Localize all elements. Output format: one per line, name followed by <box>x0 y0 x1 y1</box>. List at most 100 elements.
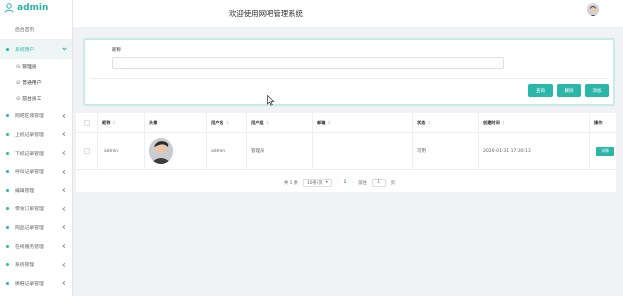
sidebar-item-online-service[interactable]: 在线服务管理 <box>0 237 72 256</box>
sidebar-subitem-label: 前台员工 <box>22 97 42 103</box>
column-header[interactable]: 昵称 ⇕ <box>98 113 145 132</box>
column-header: 操作 <box>594 119 603 125</box>
column-header[interactable]: 创建时间 ⇕ <box>479 113 590 132</box>
sidebar-item-snack-orders[interactable]: 零食订单管理 <box>0 200 72 219</box>
menu-dot-icon <box>6 132 9 136</box>
chevron-left-icon <box>62 262 67 267</box>
sidebar-item-offline-records[interactable]: 下机记录管理 <box>0 144 72 163</box>
sort-icon[interactable]: ⇕ <box>112 120 116 125</box>
sidebar-item-system-users[interactable]: 系统用户 <box>0 40 72 59</box>
menu-dot-icon <box>6 188 9 192</box>
menu-dot-icon <box>6 225 9 229</box>
menu-dot-icon <box>6 47 9 51</box>
cell-email <box>313 133 413 169</box>
sidebar-item-shoe-records[interactable]: 换鞋记录管理 <box>0 274 72 293</box>
mouse-cursor-icon <box>267 91 275 106</box>
cell-username: admin <box>207 133 247 169</box>
sidebar: admin 后台首页 系统用户 ⊙ 管理员 ⊙ 普通用户 ⊙ 前台员工 网吧区域… <box>0 0 73 296</box>
cell-status: 可用 <box>413 133 479 169</box>
column-header[interactable]: 用户组 ⇕ <box>247 113 313 132</box>
menu-dot-icon <box>6 207 9 211</box>
sidebar-item-goods-records[interactable]: 网品记录管理 <box>0 218 72 237</box>
cell-group: 管理员 <box>247 133 313 169</box>
brand: admin <box>0 0 72 16</box>
sidebar-subitem-label: 普通用户 <box>22 81 42 87</box>
column-header[interactable]: 用户名 ⇕ <box>207 113 247 132</box>
brand-name: admin <box>17 3 49 13</box>
chevron-left-icon <box>62 281 67 286</box>
page-unit-label: 页 <box>390 180 396 186</box>
sidebar-item-call-records[interactable]: 呼叫记录管理 <box>0 162 72 181</box>
cell-created: 2020-01-31 17:30:13 <box>479 133 590 169</box>
divider <box>90 78 608 79</box>
sidebar-item-label: 系统用户 <box>15 47 35 53</box>
sidebar-item-label: 系统管理 <box>15 263 35 269</box>
page-size-select[interactable]: 10条/页 ▾ <box>303 178 332 187</box>
chevron-up-icon <box>62 46 67 51</box>
sidebar-subitem-staff[interactable]: ⊙ 前台员工 <box>0 91 72 107</box>
user-icon: ⊙ <box>16 95 21 102</box>
sidebar-item-home[interactable]: 后台首页 <box>0 20 72 40</box>
table-row: admin admin 管理员 可用 2020-01-31 17:30:13 详… <box>76 133 616 170</box>
cell-nickname: admin <box>98 133 145 169</box>
sidebar-subitem-label: 管理员 <box>22 65 37 71</box>
delete-button[interactable]: 删除 <box>557 84 581 97</box>
detail-button[interactable]: 详情 <box>596 146 614 156</box>
search-button[interactable]: 查询 <box>528 84 553 97</box>
checkbox[interactable] <box>84 148 90 154</box>
pagination: 共 1 条 10条/页 ▾ ‹ 1 › 前往 1 页 <box>284 178 395 187</box>
sort-icon[interactable]: ⇕ <box>427 120 431 125</box>
page-number[interactable]: 1 <box>343 180 346 185</box>
sort-icon[interactable]: ⇕ <box>266 120 270 125</box>
chevron-left-icon <box>62 169 67 174</box>
cell-action: 详情 <box>590 133 616 169</box>
sidebar-subitem-admin[interactable]: ⊙ 管理员 <box>0 59 72 75</box>
chevron-left-icon <box>62 150 67 156</box>
goto-label: 前往 <box>358 180 367 186</box>
menu-dot-icon <box>6 151 9 155</box>
sidebar-item-online-records[interactable]: 上机记录管理 <box>0 125 72 144</box>
row-select[interactable] <box>76 133 98 169</box>
pagination-total: 共 1 条 <box>284 180 299 186</box>
nickname-input[interactable] <box>112 57 504 69</box>
sidebar-item-label: 零食订单管理 <box>15 207 44 213</box>
sort-icon[interactable]: ⇕ <box>327 120 331 125</box>
search-panel: 昵称 查询 删除 添加 <box>83 38 615 106</box>
sidebar-subitem-normal-user[interactable]: ⊙ 普通用户 <box>0 75 72 91</box>
user-icon: ⊙ <box>16 79 21 86</box>
cell-avatar <box>145 133 207 169</box>
menu-dot-icon <box>6 114 9 118</box>
user-icon: ⊙ <box>16 63 21 70</box>
avatar <box>149 138 173 164</box>
sidebar-item-label: 换鞋记录管理 <box>15 281 44 287</box>
sort-icon[interactable]: ⇕ <box>502 120 506 125</box>
chevron-left-icon <box>62 188 67 193</box>
sidebar-item-edit[interactable]: 编辑管理 <box>0 181 72 200</box>
top-header: 欢迎使用网吧管理系统 <box>73 0 623 27</box>
sidebar-menu: 后台首页 系统用户 ⊙ 管理员 ⊙ 普通用户 ⊙ 前台员工 网吧区域管理 上机记… <box>0 20 72 293</box>
header-select-all[interactable] <box>76 113 98 132</box>
sidebar-item-label: 在线服务管理 <box>15 244 44 250</box>
chevron-left-icon <box>62 243 67 249</box>
chevron-left-icon <box>62 132 67 137</box>
add-button[interactable]: 添加 <box>585 84 609 97</box>
sidebar-item-label: 网品记录管理 <box>15 225 44 231</box>
column-header[interactable]: 邮箱 ⇕ <box>313 113 413 132</box>
goto-page-input[interactable]: 1 <box>371 178 386 187</box>
sidebar-item-label: 后台首页 <box>15 28 35 33</box>
avatar[interactable] <box>587 3 599 16</box>
sidebar-item-label: 编辑管理 <box>15 188 35 194</box>
sidebar-item-label: 上机记录管理 <box>15 132 44 138</box>
table-header: 昵称 ⇕ 头像 用户名 ⇕ 用户组 ⇕ 邮箱 ⇕ 状态 ⇕ 创建时间 ⇕ 操作 <box>76 113 616 133</box>
sidebar-item-system-manage[interactable]: 系统管理 <box>0 255 72 274</box>
next-page-button[interactable]: › <box>351 180 353 185</box>
user-icon <box>4 3 14 13</box>
prev-page-button[interactable]: ‹ <box>337 180 339 185</box>
page-title: 欢迎使用网吧管理系统 <box>229 9 303 18</box>
column-header[interactable]: 状态 ⇕ <box>413 113 479 132</box>
chevron-left-icon <box>62 225 67 230</box>
checkbox[interactable] <box>84 119 90 126</box>
sort-icon[interactable]: ⇕ <box>226 120 230 125</box>
sidebar-item-label: 呼叫记录管理 <box>15 170 44 176</box>
sidebar-item-area[interactable]: 网吧区域管理 <box>0 107 72 126</box>
